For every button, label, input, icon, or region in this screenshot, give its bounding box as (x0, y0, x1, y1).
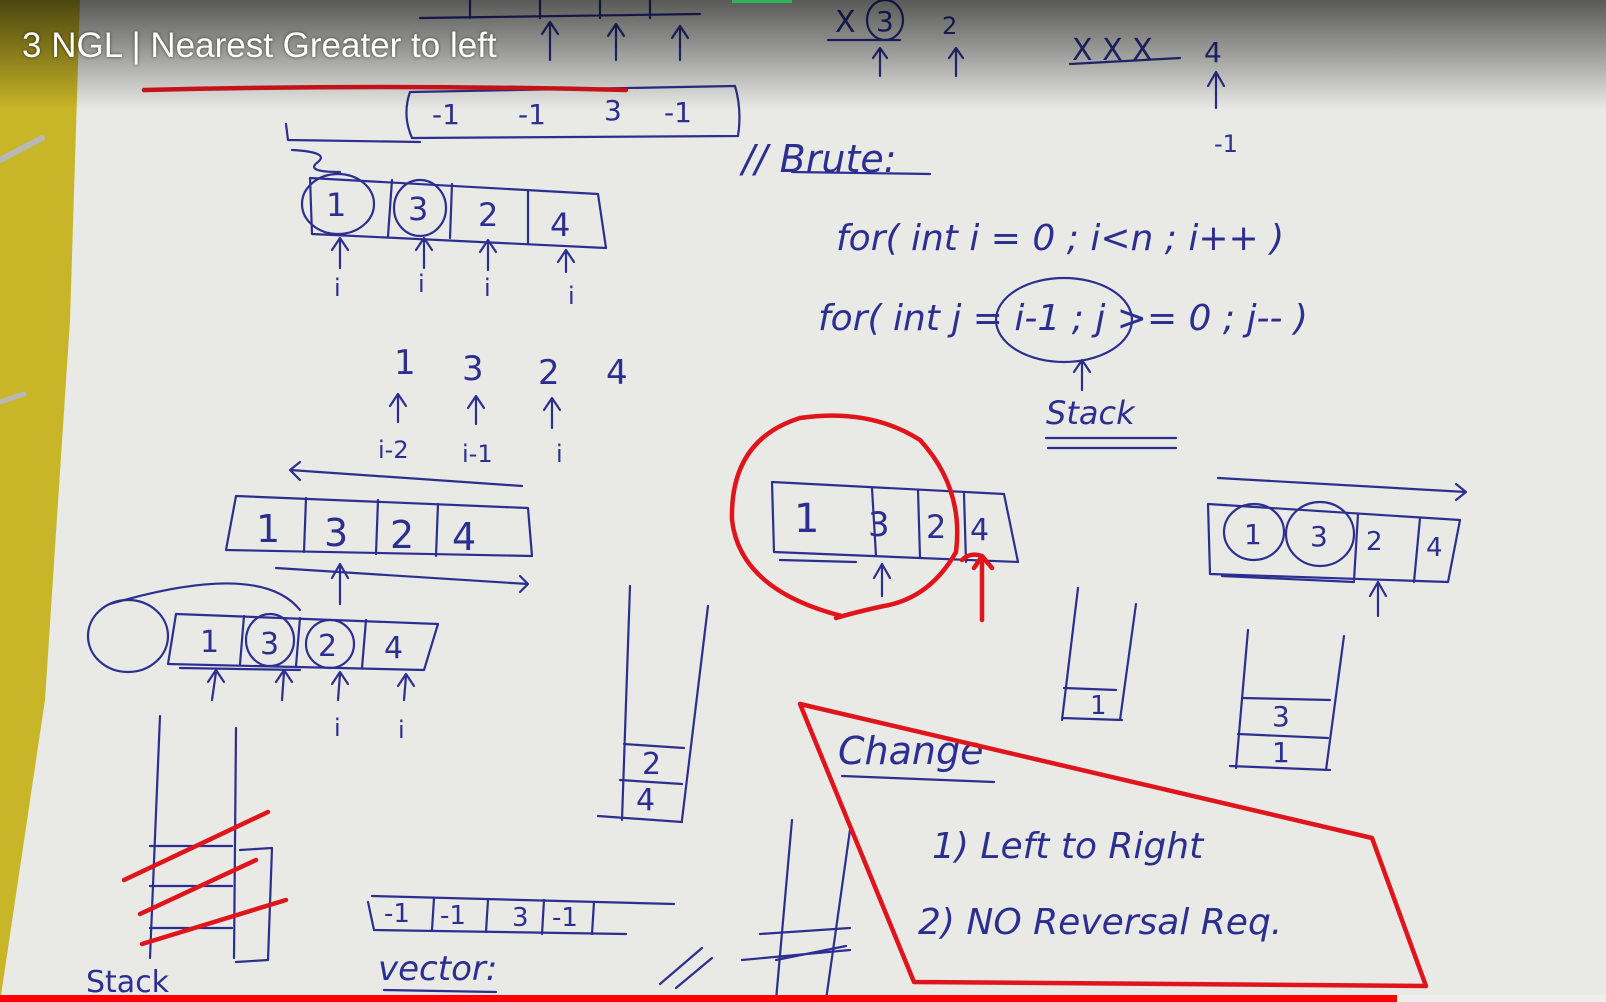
video-frame: X 3 2 X X X 4 -1 -1 -1 3 -1 1 3 2 4 i i … (0, 0, 1606, 1002)
mid-seq-label: i (556, 440, 563, 468)
brute-line-1: for( int i = 0 ; i<n ; i++ ) (836, 218, 1284, 259)
mid-seq-label: i-1 (462, 440, 493, 468)
circled-cell: 2 (478, 196, 498, 234)
mid-left-cell: 2 (390, 513, 414, 557)
center-cell: 4 (970, 513, 989, 548)
center-cell: 2 (926, 508, 946, 546)
result-cell: -1 (552, 903, 578, 933)
brute-line-2: for( int j = i-1 ; j >= 0 ; j-- ) (818, 298, 1308, 339)
mid-left-cell: 4 (452, 515, 476, 559)
result-cell: -1 (440, 901, 466, 931)
result-cell: -1 (384, 899, 410, 929)
mid-seq-value: 1 (394, 343, 416, 383)
mid-seq-value: 4 (606, 353, 628, 393)
progress-bar[interactable] (0, 995, 1606, 1002)
right-cell: 4 (1426, 533, 1443, 563)
bottom-left-cell: 3 (260, 627, 279, 662)
pointer-i: i (334, 274, 341, 302)
change-item-2: 2) NO Reversal Req. (918, 902, 1282, 943)
brute-heading: // Brute: (739, 137, 897, 181)
mid-seq-value: 3 (462, 349, 484, 389)
stack-small-item: 1 (1090, 691, 1107, 721)
bottom-left-cell: 2 (318, 629, 337, 664)
result-cell: 3 (512, 903, 529, 933)
mid-left-cell: 1 (256, 507, 280, 551)
circled-cell: 3 (408, 190, 428, 228)
mid-seq-label: i-2 (378, 436, 409, 464)
center-cell: 3 (868, 505, 890, 545)
vector-label: vector: (378, 949, 497, 989)
top-circled: 3 (876, 5, 894, 38)
top-four: 4 (1204, 36, 1222, 69)
pointer-i: i (334, 714, 341, 742)
top-two: 2 (942, 12, 957, 40)
mid-seq-value: 2 (538, 353, 560, 393)
top-array-cell: 3 (604, 94, 622, 127)
top-strike: X (835, 5, 856, 40)
top-minus-one: -1 (1214, 130, 1238, 158)
center-cell: 1 (794, 496, 819, 542)
bottom-left-cell: 1 (200, 625, 219, 660)
stack-left-item: 4 (636, 783, 655, 818)
circled-cell: 1 (326, 186, 346, 224)
pointer-i: i (484, 274, 491, 302)
right-cell: 3 (1310, 520, 1328, 553)
top-array-cell: -1 (432, 98, 460, 131)
pointer-i: i (568, 282, 575, 310)
pointer-i: i (418, 270, 425, 298)
circled-cell: 4 (550, 206, 570, 244)
mid-left-cell: 3 (324, 511, 348, 555)
stack-right-item: 3 (1272, 700, 1290, 733)
change-item-1: 1) Left to Right (932, 826, 1205, 867)
pointer-i: i (398, 716, 405, 744)
stack-label: Stack (1046, 394, 1136, 432)
stack-right-item: 1 (1272, 736, 1290, 769)
bottom-left-cell: 4 (384, 631, 403, 666)
top-array-cell: -1 (664, 96, 692, 129)
change-heading: Change (838, 729, 984, 773)
buffer-indicator (732, 0, 792, 3)
right-cell: 2 (1366, 527, 1383, 557)
video-title[interactable]: 3 NGL | Nearest Greater to left (22, 26, 497, 66)
progress-played (0, 995, 1398, 1002)
stack-left-item: 2 (642, 747, 661, 782)
video-player[interactable]: X 3 2 X X X 4 -1 -1 -1 3 -1 1 3 2 4 i i … (0, 0, 1606, 1002)
right-cell: 1 (1244, 518, 1262, 551)
top-array-cell: -1 (518, 98, 546, 131)
